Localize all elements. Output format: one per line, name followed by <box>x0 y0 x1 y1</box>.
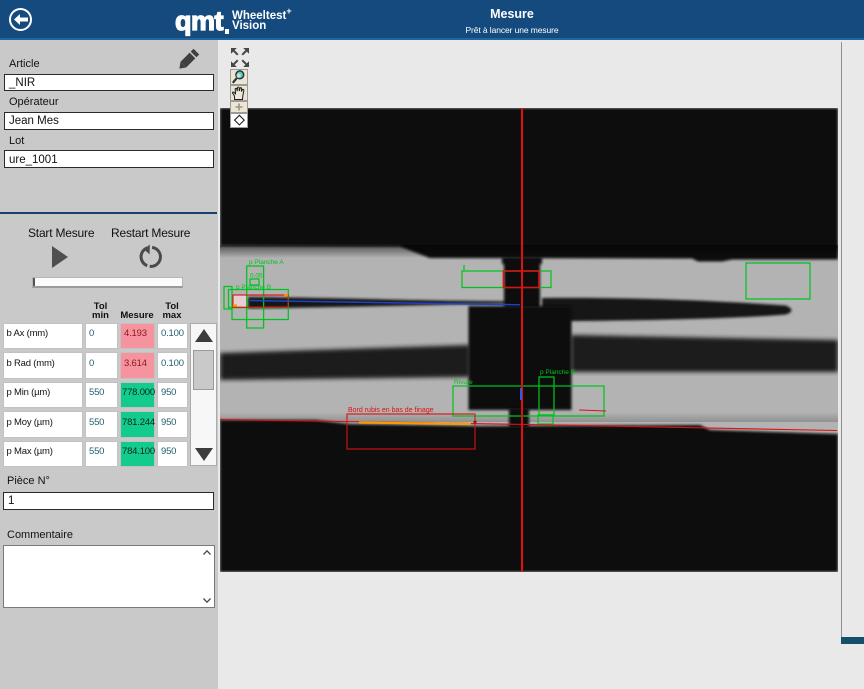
svg-text:p Planche A: p Planche A <box>249 259 284 266</box>
svg-text:Bord rubis en bas de finage: Bord rubis en bas de finage <box>348 407 434 414</box>
svg-text:p Planche B: p Planche B <box>540 369 575 376</box>
svg-text:0.05: 0.05 <box>250 273 263 280</box>
svg-text:Rivure: Rivure <box>454 379 473 386</box>
svg-text:p Planche B: p Planche B <box>236 284 271 291</box>
